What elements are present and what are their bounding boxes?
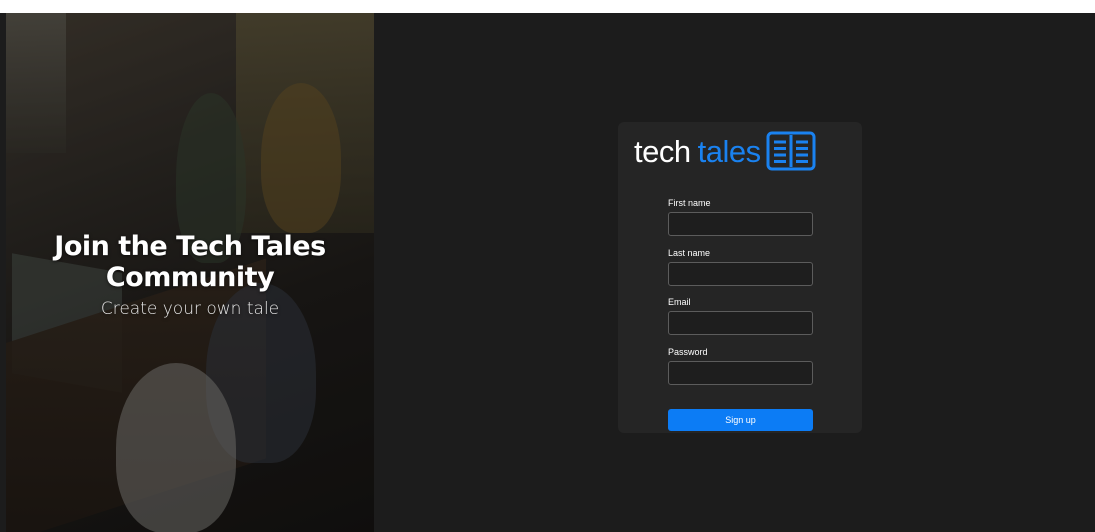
hero-text: Join the Tech Tales Community Create you…	[6, 231, 374, 319]
password-input[interactable]	[668, 360, 813, 385]
email-input[interactable]	[668, 311, 813, 335]
first-name-input[interactable]	[668, 212, 813, 236]
last-name-field: Last name	[668, 247, 813, 297]
hero-title-line-2: Community	[105, 262, 275, 293]
first-name-field: First name	[668, 197, 813, 247]
hero-title: Join the Tech Tales Community	[6, 231, 374, 293]
last-name-label: Last name	[668, 247, 711, 258]
app-frame: Join the Tech Tales Community Create you…	[0, 13, 1095, 532]
hero-subtitle: Create your own tale	[100, 299, 280, 319]
hero-title-line-1: Join the Tech Tales	[54, 231, 326, 262]
last-name-input[interactable]	[668, 261, 813, 286]
password-label: Password	[668, 346, 708, 357]
open-book-icon	[766, 131, 816, 176]
signup-card: tech tales First name Last name Email Pa…	[618, 122, 862, 433]
email-field: Email	[668, 296, 813, 346]
brand-logo: tech tales	[634, 131, 816, 172]
email-label: Email	[668, 297, 691, 307]
first-name-label: First name	[668, 198, 711, 208]
logo-word-tales: tales	[697, 134, 761, 169]
password-field: Password	[668, 346, 813, 396]
hero-panel: Join the Tech Tales Community Create you…	[6, 13, 374, 532]
logo-word-tech: tech	[634, 134, 691, 169]
sign-up-button[interactable]: Sign up	[668, 409, 813, 431]
signup-form: First name Last name Email Password	[668, 197, 813, 395]
